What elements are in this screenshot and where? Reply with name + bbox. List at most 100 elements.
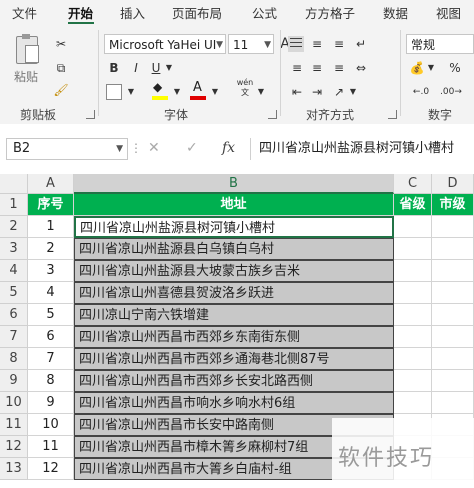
cell-address[interactable]: 四川省凉山州西昌市西郊乡东南街东侧 <box>74 326 394 348</box>
cell-address[interactable]: 四川省凉山州西昌市西郊乡通海巷北侧87号 <box>74 348 394 370</box>
cell-empty[interactable] <box>432 392 474 414</box>
cell-empty[interactable] <box>394 304 432 326</box>
cell-address[interactable]: 四川省凉山州西昌市响水乡响水村6组 <box>74 392 394 414</box>
tab-data[interactable]: 数据 <box>383 3 408 22</box>
cell-empty[interactable] <box>394 260 432 282</box>
row-header[interactable]: 10 <box>0 392 28 414</box>
cell-empty[interactable] <box>432 370 474 392</box>
cell-empty[interactable] <box>394 392 432 414</box>
cell-empty[interactable] <box>432 260 474 282</box>
phonetic-guide-button[interactable]: wén 文 <box>234 78 256 100</box>
bottom-align-icon[interactable]: ≡ <box>330 34 348 54</box>
cell-no[interactable]: 2 <box>28 238 74 260</box>
increase-indent-icon[interactable]: ⇥ <box>308 82 326 102</box>
clipboard-launcher-icon[interactable] <box>86 110 95 119</box>
row-header[interactable]: 6 <box>0 304 28 326</box>
cell-no[interactable]: 8 <box>28 370 74 392</box>
name-box[interactable]: B2 ▼ <box>6 138 128 160</box>
cell-address[interactable]: 四川省凉山州喜德县贺波洛乡跃进 <box>74 282 394 304</box>
cell-no[interactable]: 6 <box>28 326 74 348</box>
row-header[interactable]: 1 <box>0 194 28 216</box>
column-header-c[interactable]: C <box>394 174 432 194</box>
cell-no[interactable]: 9 <box>28 392 74 414</box>
cancel-icon[interactable]: ✕ <box>148 140 160 156</box>
cell-empty[interactable] <box>432 282 474 304</box>
chevron-down-icon[interactable]: ▼ <box>426 58 436 78</box>
cell-empty[interactable] <box>432 326 474 348</box>
cell-no[interactable]: 12 <box>28 458 74 480</box>
row-header[interactable]: 13 <box>0 458 28 480</box>
underline-button[interactable]: U <box>148 58 164 78</box>
cell-address[interactable]: 四川省凉山州盐源县大坡蒙古族乡吉米 <box>74 260 394 282</box>
orientation-icon[interactable]: ↗ <box>330 82 348 102</box>
tab-home[interactable]: 开始 <box>68 3 93 22</box>
tab-fangfang[interactable]: 方方格子 <box>305 3 355 22</box>
copy-icon[interactable]: ⧉ <box>50 58 72 78</box>
decrease-decimal-icon[interactable]: .00→ <box>440 82 462 102</box>
italic-button[interactable]: I <box>128 58 144 78</box>
borders-icon[interactable] <box>106 84 122 100</box>
percent-icon[interactable]: % <box>446 58 464 78</box>
top-align-icon[interactable] <box>288 36 304 52</box>
cut-icon[interactable]: ✂ <box>50 34 72 54</box>
cell-no[interactable]: 4 <box>28 282 74 304</box>
row-header[interactable]: 2 <box>0 216 28 238</box>
tab-file[interactable]: 文件 <box>12 3 37 22</box>
column-header-a[interactable]: A <box>28 174 74 194</box>
select-all-button[interactable] <box>0 174 28 194</box>
row-header[interactable]: 12 <box>0 436 28 458</box>
middle-align-icon[interactable]: ≡ <box>308 34 326 54</box>
number-format-dropdown[interactable]: 常规 <box>406 34 474 54</box>
cell-empty[interactable] <box>432 216 474 238</box>
row-header[interactable]: 3 <box>0 238 28 260</box>
cell-empty[interactable] <box>394 216 432 238</box>
cell-empty[interactable] <box>432 348 474 370</box>
format-painter-icon[interactable]: 🖌 <box>50 80 72 100</box>
cell-no[interactable]: 1 <box>28 216 74 238</box>
column-header-d[interactable]: D <box>432 174 474 194</box>
fill-color-button[interactable]: ◆ <box>150 80 172 102</box>
cell-empty[interactable] <box>394 238 432 260</box>
header-cell-province[interactable]: 省级 <box>394 194 432 216</box>
cell-no[interactable]: 5 <box>28 304 74 326</box>
chevron-down-icon[interactable]: ▼ <box>126 82 136 102</box>
cell-no[interactable]: 11 <box>28 436 74 458</box>
merge-center-icon[interactable]: ⇔ <box>352 58 370 78</box>
tab-page-layout[interactable]: 页面布局 <box>172 3 222 22</box>
row-header[interactable]: 11 <box>0 414 28 436</box>
confirm-icon[interactable]: ✓ <box>186 140 198 156</box>
align-left-icon[interactable]: ≡ <box>288 58 306 78</box>
row-header[interactable]: 4 <box>0 260 28 282</box>
tab-formulas[interactable]: 公式 <box>252 3 277 22</box>
chevron-down-icon[interactable]: ▼ <box>164 58 174 78</box>
font-name-dropdown[interactable]: Microsoft YaHei UI ▼ <box>104 34 226 54</box>
chevron-down-icon[interactable]: ▼ <box>210 82 220 102</box>
column-header-b[interactable]: B <box>74 174 394 194</box>
bold-button[interactable]: B <box>106 58 122 78</box>
wrap-text-icon[interactable]: ↵ <box>352 34 370 54</box>
header-cell-city[interactable]: 市级 <box>432 194 474 216</box>
row-header[interactable]: 7 <box>0 326 28 348</box>
cell-empty[interactable] <box>394 370 432 392</box>
cell-address[interactable]: 四川凉山宁南六铁增建 <box>74 304 394 326</box>
align-center-icon[interactable]: ≡ <box>308 58 326 78</box>
cell-empty[interactable] <box>432 304 474 326</box>
currency-icon[interactable]: 💰 <box>408 58 426 78</box>
increase-decimal-icon[interactable]: ←.0 <box>410 82 432 102</box>
tab-insert[interactable]: 插入 <box>120 3 145 22</box>
header-cell-address[interactable]: 地址 <box>74 194 394 216</box>
cell-address[interactable]: 四川省凉山州西昌市西郊乡长安北路西侧 <box>74 370 394 392</box>
cell-no[interactable]: 3 <box>28 260 74 282</box>
chevron-down-icon[interactable]: ▼ <box>256 82 266 102</box>
paste-button[interactable]: 粘贴 <box>10 32 44 92</box>
chevron-down-icon[interactable]: ▼ <box>172 82 182 102</box>
decrease-indent-icon[interactable]: ⇤ <box>288 82 306 102</box>
cell-empty[interactable] <box>394 282 432 304</box>
font-launcher-icon[interactable] <box>268 110 277 119</box>
formula-input[interactable]: 四川省凉山州盐源县树河镇小槽村 <box>250 138 474 160</box>
cell-empty[interactable] <box>394 348 432 370</box>
alignment-launcher-icon[interactable] <box>388 110 397 119</box>
align-right-icon[interactable]: ≡ <box>330 58 348 78</box>
cell-empty[interactable] <box>394 326 432 348</box>
cell-address[interactable]: 四川省凉山州盐源县白乌镇白乌村 <box>74 238 394 260</box>
